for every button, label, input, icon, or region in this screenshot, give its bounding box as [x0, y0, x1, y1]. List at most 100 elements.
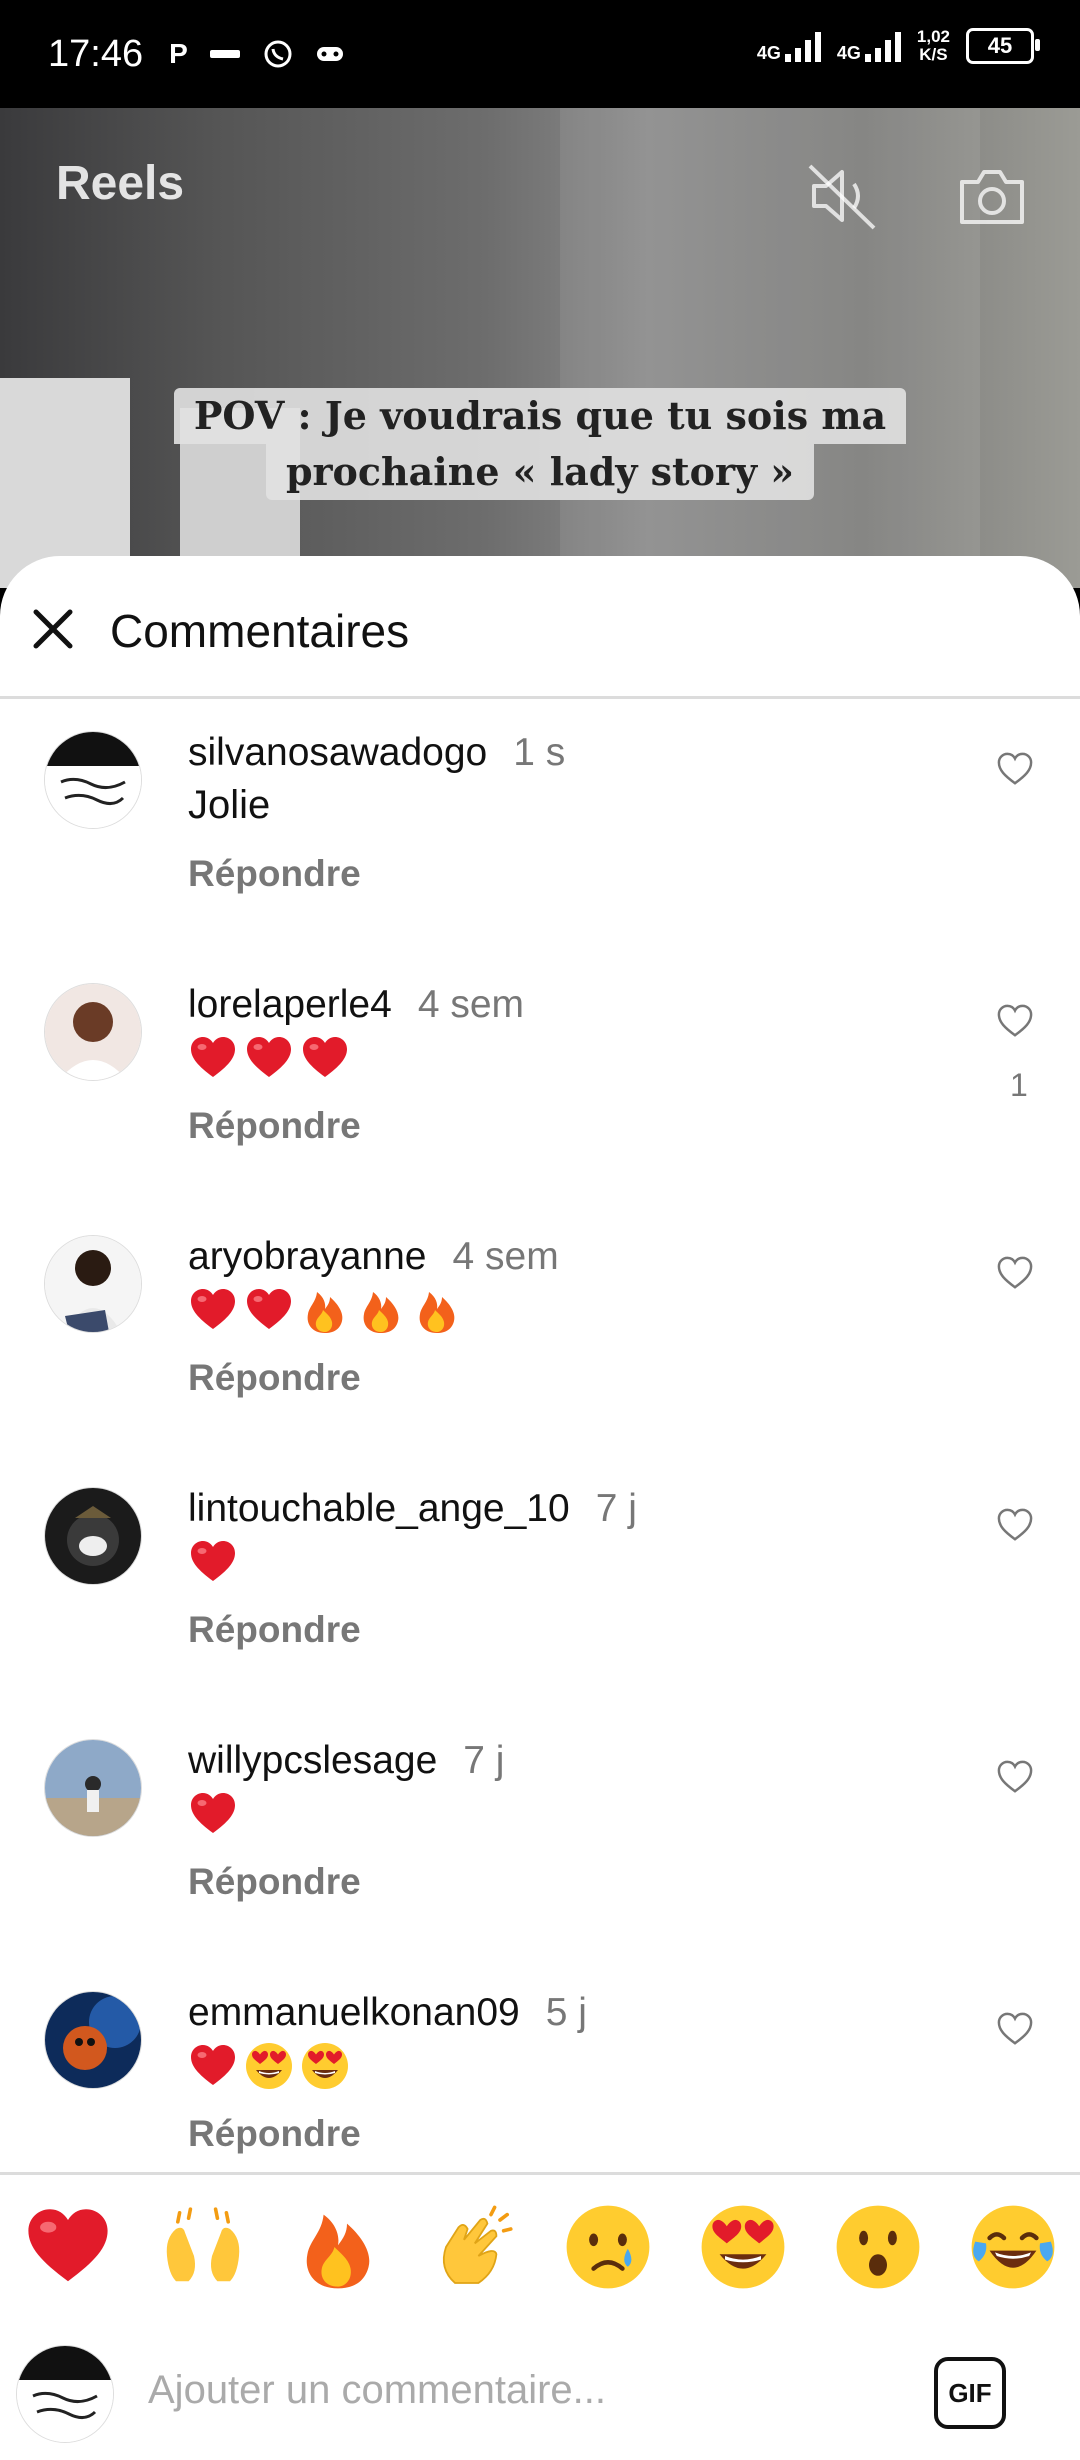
- like-heart-icon[interactable]: [996, 751, 1034, 787]
- video-background-wall: [560, 108, 980, 588]
- reply-button[interactable]: Répondre: [188, 1357, 361, 1399]
- reply-button[interactable]: Répondre: [188, 2113, 361, 2155]
- heart-emoji: [188, 1285, 238, 1345]
- like-heart-icon[interactable]: [996, 1255, 1034, 1291]
- notification-icons: P: [169, 38, 344, 70]
- reply-button[interactable]: Répondre: [188, 1861, 361, 1903]
- heart-emoji: [188, 1789, 238, 1849]
- heart-emoji: [244, 1033, 294, 1093]
- reel-caption: POV : Je voudrais que tu sois ma prochai…: [0, 388, 1080, 500]
- comment-emojis: [188, 1035, 350, 1091]
- like-count: 1: [1010, 1067, 1028, 1103]
- speed-value: 1,02: [916, 27, 950, 46]
- comment-header: willypcslesage 7 j: [188, 1739, 504, 1783]
- avatar[interactable]: [44, 1991, 142, 2089]
- comment-composer: GIF: [0, 2319, 1080, 2460]
- comment-timestamp: 4 sem: [452, 1235, 559, 1278]
- avatar: [16, 2345, 114, 2443]
- comment-item: aryobrayanne 4 sem Répondre: [0, 1235, 1080, 1487]
- comment-timestamp: 7 j: [463, 1739, 505, 1782]
- heart-emoji: [188, 1537, 238, 1597]
- caption-line: POV : Je voudrais que tu sois ma: [173, 388, 907, 444]
- comment-username[interactable]: willypcslesage: [188, 1739, 437, 1782]
- camera-icon[interactable]: [950, 154, 1034, 238]
- whatsapp-icon: [264, 40, 292, 68]
- orange-icon: [209, 50, 240, 58]
- tears-of-joy-reaction-button[interactable]: [965, 2199, 1061, 2295]
- surprised-face-reaction-button[interactable]: [830, 2199, 926, 2295]
- clapping-hands-reaction-button[interactable]: [425, 2199, 521, 2295]
- comment-header: emmanuelkonan09 5 j: [188, 1991, 587, 2035]
- like-heart-icon[interactable]: [996, 1759, 1034, 1795]
- fire-emoji: [300, 1285, 350, 1345]
- comment-header: silvanosawadogo 1 s: [188, 731, 565, 775]
- close-icon[interactable]: [30, 606, 76, 652]
- sheet-title: Commentaires: [110, 605, 410, 657]
- comment-input[interactable]: [146, 2349, 890, 2431]
- avatar[interactable]: [44, 1739, 142, 1837]
- like-heart-icon[interactable]: [996, 1507, 1034, 1543]
- heart-eyes-emoji: [300, 2041, 350, 2101]
- comment-item: lorelaperle4 4 sem Répondre 1: [0, 983, 1080, 1235]
- speed-unit: K/S: [919, 45, 948, 64]
- avatar[interactable]: [44, 1235, 142, 1333]
- network-indicator-2: 4G: [837, 30, 901, 62]
- quick-reactions-bar: [0, 2172, 1080, 2322]
- heart-eyes-emoji: [244, 2041, 294, 2101]
- game-icon: [316, 47, 343, 61]
- reply-button[interactable]: Répondre: [188, 853, 361, 895]
- comment-username[interactable]: emmanuelkonan09: [188, 1991, 520, 2034]
- comment-item: silvanosawadogo 1 s Jolie Répondre: [0, 731, 1080, 983]
- reels-title: Reels: [56, 157, 185, 210]
- comment-username[interactable]: aryobrayanne: [188, 1235, 427, 1278]
- comment-emojis: [188, 2043, 350, 2099]
- signal-icon: [864, 30, 901, 62]
- network-type: 4G: [756, 43, 781, 63]
- heart-emoji: [244, 1285, 294, 1345]
- raising-hands-reaction-button[interactable]: [155, 2199, 251, 2295]
- avatar[interactable]: [44, 983, 142, 1081]
- signal-icon: [784, 30, 821, 62]
- heart-eyes-reaction-button[interactable]: [695, 2199, 791, 2295]
- system-icons: 4G 4G 1,02 K/S 45: [757, 28, 1040, 64]
- status-bar: 17:46 P 4G 4G 1,02 K/S 45: [0, 0, 1080, 108]
- comment-emojis: [188, 1539, 238, 1595]
- reply-button[interactable]: Répondre: [188, 1609, 361, 1651]
- battery-icon: 45: [966, 28, 1040, 64]
- fire-reaction-button[interactable]: [290, 2199, 386, 2295]
- comment-header: lorelaperle4 4 sem: [188, 983, 524, 1027]
- comment-username[interactable]: lintouchable_ange_10: [188, 1487, 570, 1530]
- battery-level: 45: [987, 33, 1013, 58]
- comment-emojis: [188, 1791, 238, 1847]
- comment-header: aryobrayanne 4 sem: [188, 1235, 559, 1279]
- comment-emojis: [188, 1287, 462, 1343]
- heart-reaction-button[interactable]: [20, 2199, 116, 2295]
- fire-emoji: [356, 1285, 406, 1345]
- comment-username[interactable]: lorelaperle4: [188, 983, 392, 1026]
- muted-speaker-icon[interactable]: [800, 154, 884, 238]
- reel-video[interactable]: Reels POV : Je voudrais que tu sois ma p…: [0, 108, 1080, 588]
- crying-face-reaction-button[interactable]: [560, 2199, 656, 2295]
- comment-timestamp: 5 j: [545, 1991, 587, 2034]
- fire-emoji: [412, 1285, 462, 1345]
- comment-item: lintouchable_ange_10 7 j Répondre: [0, 1487, 1080, 1739]
- avatar[interactable]: [44, 1487, 142, 1585]
- comment-username[interactable]: silvanosawadogo: [188, 731, 487, 774]
- like-heart-icon[interactable]: [996, 1003, 1034, 1039]
- reply-button[interactable]: Répondre: [188, 1105, 361, 1147]
- network-speed: 1,02 K/S: [917, 28, 950, 64]
- gif-button[interactable]: GIF: [934, 2357, 1006, 2429]
- like-heart-icon[interactable]: [996, 2011, 1034, 2047]
- comments-header: Commentaires: [0, 556, 1080, 699]
- avatar[interactable]: [44, 731, 142, 829]
- network-indicator-1: 4G: [757, 30, 821, 62]
- comment-timestamp: 1 s: [513, 731, 566, 774]
- heart-emoji: [300, 1033, 350, 1093]
- caption-line: prochaine « lady story »: [265, 444, 815, 500]
- p-app-icon: P: [169, 38, 188, 69]
- heart-emoji: [188, 2041, 238, 2101]
- comment-header: lintouchable_ange_10 7 j: [188, 1487, 637, 1531]
- network-type: 4G: [836, 43, 861, 63]
- heart-emoji: [188, 1033, 238, 1093]
- comment-timestamp: 4 sem: [417, 983, 525, 1026]
